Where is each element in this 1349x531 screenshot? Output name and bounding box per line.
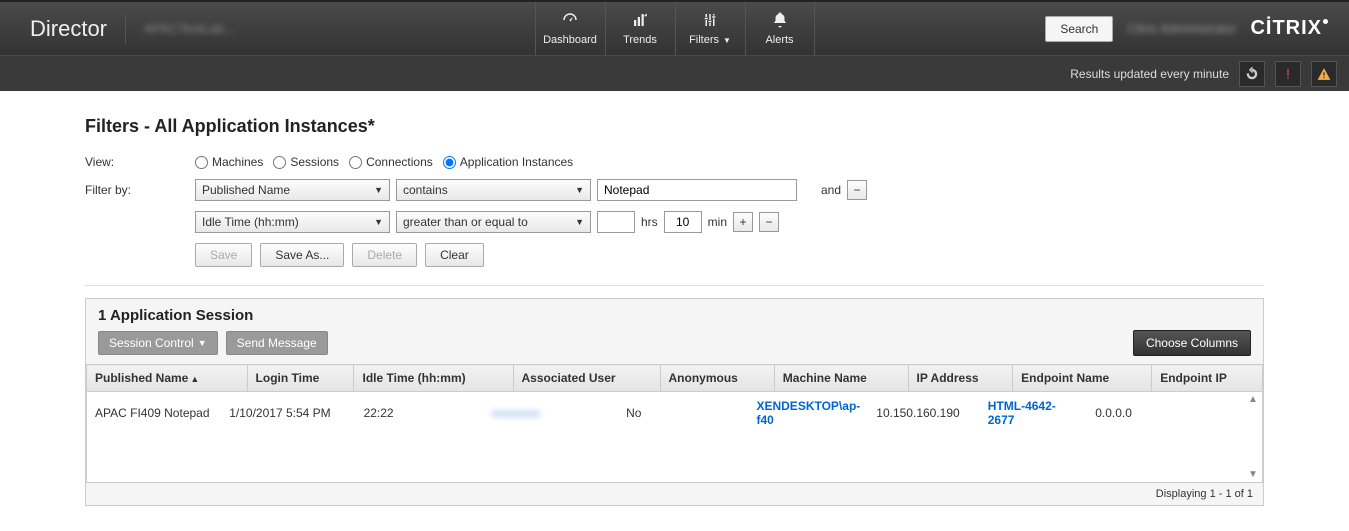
col-idle-time[interactable]: Idle Time (hh:mm) — [354, 365, 513, 392]
site-name[interactable]: APACTestLab... — [144, 21, 235, 36]
nav-alerts[interactable]: Alerts — [745, 2, 815, 55]
panel-toolbar: Session Control▼ Send Message Choose Col… — [86, 330, 1263, 364]
session-control-button[interactable]: Session Control▼ — [98, 331, 218, 355]
sort-asc-icon: ▲ — [190, 374, 199, 384]
scroll-down-icon[interactable]: ▼ — [1248, 469, 1258, 480]
choose-columns-button[interactable]: Choose Columns — [1133, 330, 1251, 356]
chevron-down-icon: ▼ — [374, 217, 383, 227]
panel-header: 1 Application Session — [86, 299, 1263, 330]
grid-body: APAC FI409 Notepad 1/10/2017 5:54 PM 22:… — [86, 392, 1263, 482]
trends-icon — [630, 11, 650, 32]
radio-appinstances[interactable]: Application Instances — [443, 155, 573, 169]
nav-filters-label: Filters — [689, 34, 719, 46]
results-title: 1 Application Session — [98, 307, 1251, 324]
search-button[interactable]: Search — [1045, 16, 1113, 42]
critical-alert-button[interactable] — [1275, 61, 1301, 87]
send-message-button[interactable]: Send Message — [226, 331, 328, 355]
filter1-op-select[interactable]: contains▼ — [396, 179, 591, 201]
filter2-hrs-input[interactable] — [597, 211, 635, 233]
min-unit: min — [708, 215, 727, 229]
col-published-name[interactable]: Published Name▲ — [87, 365, 248, 392]
warning-alert-button[interactable] — [1311, 61, 1337, 87]
remove-filter2-button[interactable]: − — [759, 212, 779, 232]
col-associated-user[interactable]: Associated User — [513, 365, 660, 392]
filter1-field-select[interactable]: Published Name▼ — [195, 179, 390, 201]
citrix-logo: CİTRIX — [1250, 17, 1329, 40]
main-content: Filters - All Application Instances* Vie… — [0, 91, 1349, 516]
cell-endpoint-name[interactable]: HTML-4642-2677 — [980, 392, 1087, 434]
nav-dashboard[interactable]: Dashboard — [535, 2, 605, 55]
cell-endpoint-ip: 0.0.0.0 — [1087, 392, 1262, 434]
refresh-button[interactable] — [1239, 61, 1265, 87]
col-login-time[interactable]: Login Time — [247, 365, 354, 392]
results-panel: 1 Application Session Session Control▼ S… — [85, 298, 1264, 506]
brand-title: Director — [30, 16, 107, 42]
scroll-up-icon[interactable]: ▲ — [1248, 394, 1258, 405]
radio-sessions[interactable]: Sessions — [273, 155, 339, 169]
view-label: View: — [85, 155, 195, 169]
cell-ip-address: 10.150.160.190 — [868, 392, 979, 434]
top-header: Director APACTestLab... Dashboard Trends… — [0, 0, 1349, 55]
bell-icon — [770, 11, 790, 32]
nav-filters[interactable]: Filters ▼ — [675, 2, 745, 55]
cell-login-time: 1/10/2017 5:54 PM — [221, 392, 355, 434]
cell-published-name: APAC FI409 Notepad — [87, 392, 221, 434]
table-row[interactable]: APAC FI409 Notepad 1/10/2017 5:54 PM 22:… — [87, 392, 1262, 434]
hrs-unit: hrs — [641, 215, 658, 229]
username-display[interactable]: Citrix Administrator — [1127, 21, 1236, 36]
col-anonymous[interactable]: Anonymous — [660, 365, 774, 392]
view-row: View: Machines Sessions Connections Appl… — [85, 155, 1264, 169]
remove-filter1-button[interactable]: − — [847, 180, 867, 200]
results-table: Published Name▲ Login Time Idle Time (hh… — [86, 364, 1263, 392]
nav-trends-label: Trends — [623, 34, 657, 46]
chevron-down-icon: ▼ — [575, 217, 584, 227]
cell-anonymous: No — [618, 392, 748, 434]
header-right: Search Citrix Administrator CİTRIX — [1045, 16, 1329, 42]
filter2-op-select[interactable]: greater than or equal to▼ — [396, 211, 591, 233]
save-as-button[interactable]: Save As... — [260, 243, 344, 267]
nav-trends[interactable]: Trends — [605, 2, 675, 55]
chevron-down-icon: ▼ — [575, 185, 584, 195]
nav-dashboard-label: Dashboard — [543, 34, 597, 46]
delete-button[interactable]: Delete — [352, 243, 417, 267]
col-endpoint-name[interactable]: Endpoint Name — [1013, 365, 1152, 392]
nav-center: Dashboard Trends Filters ▼ Alerts — [535, 2, 815, 55]
status-text: Results updated every minute — [1070, 67, 1229, 81]
filter-row-1: Filter by: Published Name▼ contains▼ and… — [85, 179, 1264, 201]
filters-icon — [700, 11, 720, 32]
filter2-min-input[interactable] — [664, 211, 702, 233]
cell-associated-user[interactable]: xxxxxxxx — [484, 392, 618, 434]
chevron-down-icon: ▼ — [374, 185, 383, 195]
dashboard-icon — [560, 11, 580, 32]
col-endpoint-ip[interactable]: Endpoint IP — [1152, 365, 1263, 392]
cell-idle-time: 22:22 — [356, 392, 484, 434]
view-radio-group: Machines Sessions Connections Applicatio… — [195, 155, 577, 169]
filter-joiner: and — [821, 183, 841, 197]
header-divider — [125, 14, 126, 44]
add-filter-button[interactable]: + — [733, 212, 753, 232]
col-machine-name[interactable]: Machine Name — [774, 365, 908, 392]
nav-alerts-label: Alerts — [765, 34, 793, 46]
chevron-down-icon: ▼ — [723, 36, 731, 45]
separator — [85, 285, 1264, 286]
radio-machines[interactable]: Machines — [195, 155, 263, 169]
sub-header: Results updated every minute — [0, 55, 1349, 91]
save-button[interactable]: Save — [195, 243, 252, 267]
page-title: Filters - All Application Instances* — [85, 116, 1264, 137]
cell-machine-name[interactable]: XENDESKTOP\ap-f40 — [748, 392, 868, 434]
filterby-label: Filter by: — [85, 183, 195, 197]
clear-button[interactable]: Clear — [425, 243, 484, 267]
results-footer: Displaying 1 - 1 of 1 — [86, 482, 1263, 505]
col-ip-address[interactable]: IP Address — [908, 365, 1013, 392]
filter2-field-select[interactable]: Idle Time (hh:mm)▼ — [195, 211, 390, 233]
chevron-down-icon: ▼ — [198, 338, 207, 348]
filter-actions: Save Save As... Delete Clear — [195, 243, 1264, 267]
radio-connections[interactable]: Connections — [349, 155, 433, 169]
filter1-value-input[interactable] — [597, 179, 797, 201]
filter-row-2: Idle Time (hh:mm)▼ greater than or equal… — [85, 211, 1264, 233]
